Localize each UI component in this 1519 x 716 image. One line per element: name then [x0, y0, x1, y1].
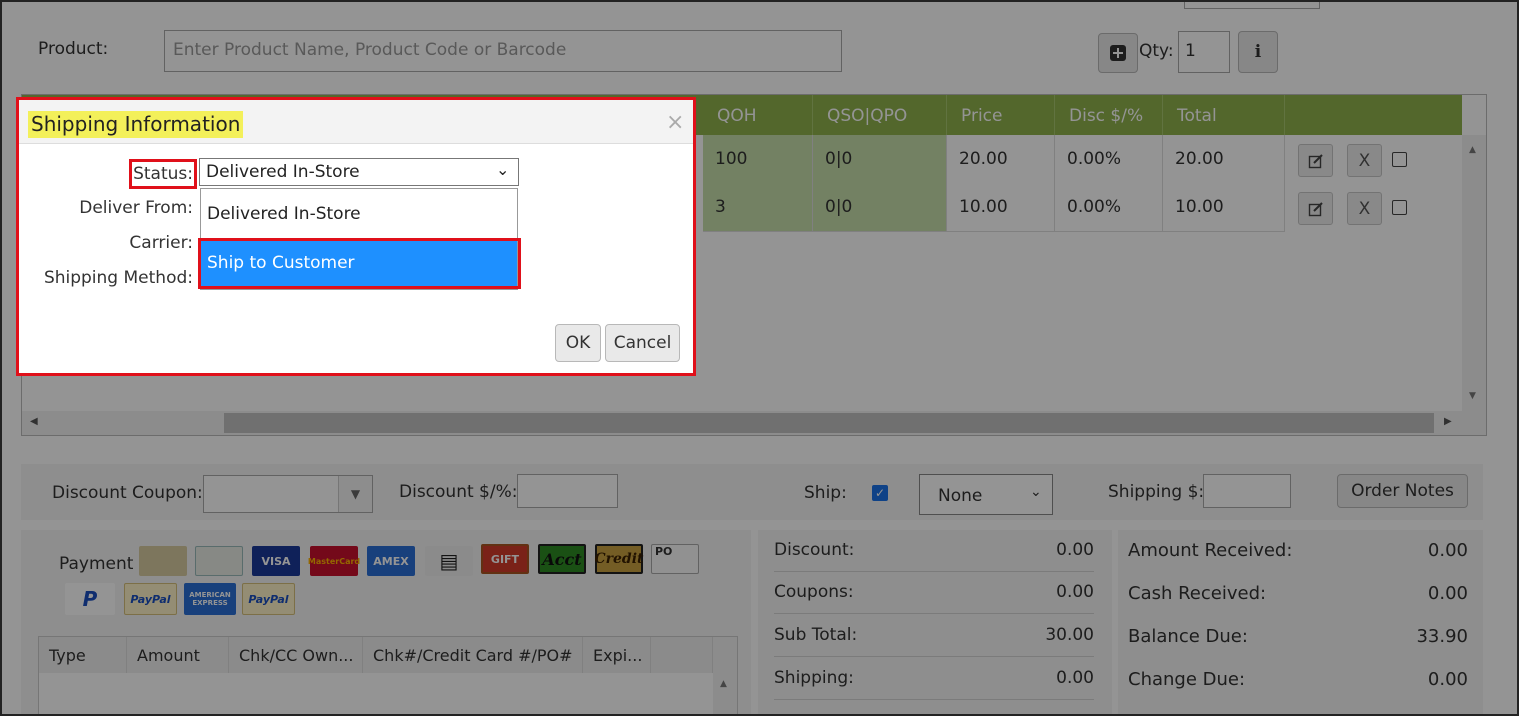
chevron-down-icon: ⌄ — [496, 160, 510, 179]
dialog-title: Shipping Information — [28, 111, 244, 138]
status-select-value: Delivered In-Store — [206, 162, 360, 182]
option-delivered-in-store[interactable]: Delivered In-Store — [201, 190, 517, 238]
ok-button[interactable]: OK — [555, 324, 601, 362]
status-label: Status: — [133, 164, 193, 184]
pos-window: Product: Enter Product Name, Product Cod… — [0, 0, 1519, 716]
status-select[interactable]: Delivered In-Store ⌄ — [199, 158, 519, 186]
dialog-header: Shipping Information × — [19, 100, 693, 144]
selected-option-highlight — [198, 238, 521, 289]
close-icon[interactable]: × — [666, 110, 684, 135]
deliver-from-label: Deliver From: — [79, 198, 193, 218]
cancel-button[interactable]: Cancel — [605, 324, 680, 362]
shipping-information-dialog: Shipping Information × Status: Delivered… — [19, 100, 693, 373]
carrier-label: Carrier: — [129, 233, 193, 253]
shipping-method-label: Shipping Method: — [43, 268, 193, 288]
